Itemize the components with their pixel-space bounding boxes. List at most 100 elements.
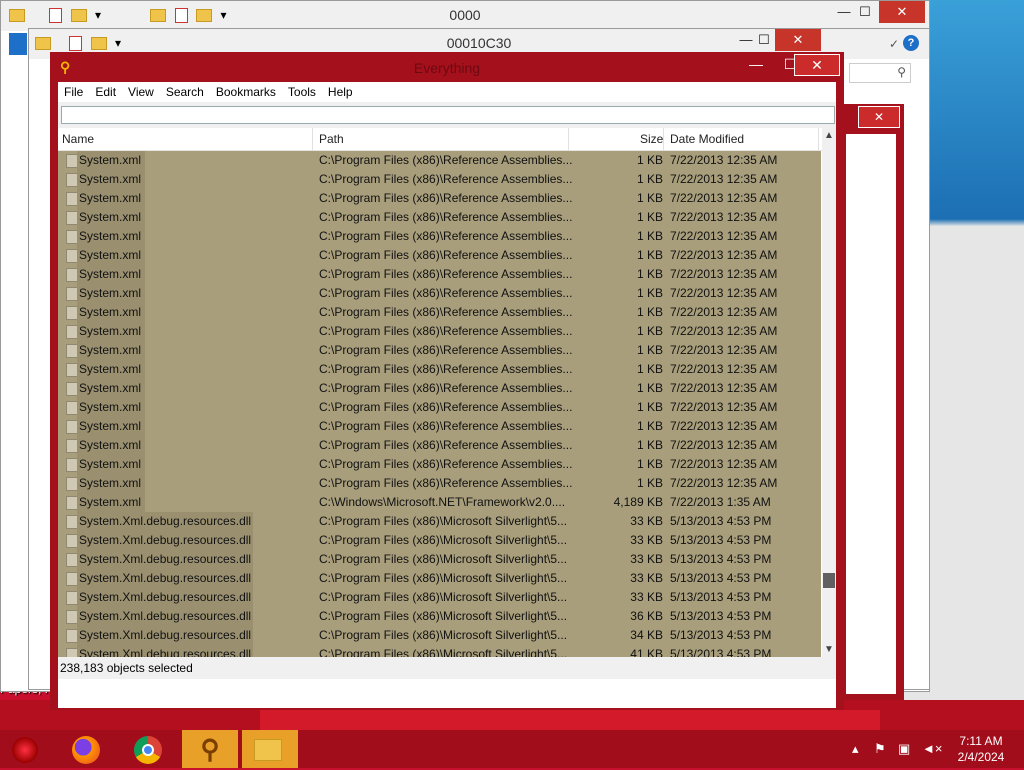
search-box[interactable]: ⚲ bbox=[849, 63, 911, 83]
everything-window[interactable]: ⚲ Everything — ☐ ✕ File Edit View Search Boo… bbox=[50, 52, 844, 710]
cell-date-modified: 5/13/2013 4:53 PM bbox=[670, 552, 772, 566]
cell-date-modified: 7/22/2013 1:35 AM bbox=[670, 495, 771, 509]
ribbon-expand-icon[interactable]: ✓ bbox=[889, 37, 899, 51]
cell-name: System.xml bbox=[79, 191, 142, 205]
table-row[interactable]: System.xml C:\Program Files (x86)\Referen… bbox=[58, 417, 821, 436]
cell-name: System.xml bbox=[79, 381, 142, 395]
menu-file[interactable]: File bbox=[58, 82, 89, 102]
table-row[interactable]: System.Xml.debug.resources.dll C:\Program… bbox=[58, 550, 821, 569]
system-clock[interactable]: 7:11 AM 2/4/2024 bbox=[948, 733, 1014, 765]
table-row[interactable]: System.Xml.debug.resources.dll C:\Program… bbox=[58, 626, 821, 645]
cell-date-modified: 7/22/2013 12:35 AM bbox=[670, 191, 778, 205]
results-rows[interactable]: System.xml C:\Program Files (x86)\Referen… bbox=[58, 151, 821, 657]
show-hidden-icons-icon[interactable]: ▴ bbox=[852, 730, 859, 768]
menu-help[interactable]: Help bbox=[322, 82, 359, 102]
cell-size: 1 KB bbox=[636, 438, 663, 452]
start-icon[interactable] bbox=[0, 730, 50, 768]
cell-size: 1 KB bbox=[636, 400, 663, 414]
cell-name: System.xml bbox=[79, 400, 142, 414]
cell-date-modified: 7/22/2013 12:35 AM bbox=[670, 267, 778, 281]
cell-path: C:\Program Files (x86)\Microsoft Silverl… bbox=[319, 514, 568, 528]
action-center-flag-icon[interactable]: ⚑ bbox=[874, 730, 886, 768]
vertical-scrollbar[interactable]: ▲ ▼ bbox=[822, 128, 836, 657]
menu-edit[interactable]: Edit bbox=[89, 82, 122, 102]
table-row[interactable]: System.xml C:\Program Files (x86)\Referen… bbox=[58, 265, 821, 284]
table-row[interactable]: System.Xml.debug.resources.dll C:\Program… bbox=[58, 531, 821, 550]
file-explorer-icon[interactable] bbox=[242, 730, 298, 768]
taskbar: ⚲ ▴ ⚑ ▣ ◄× 7:11 AM 2/4/2024 bbox=[0, 730, 1024, 768]
cell-path: C:\Program Files (x86)\Reference Assembl… bbox=[319, 191, 573, 205]
column-divider[interactable] bbox=[568, 128, 569, 150]
column-size[interactable]: Size bbox=[640, 132, 663, 146]
close-button[interactable]: ✕ bbox=[794, 54, 840, 76]
title-bar[interactable]: ⚲ Everything — ☐ ✕ bbox=[50, 52, 844, 82]
table-row[interactable]: System.xml C:\Program Files (x86)\Referen… bbox=[58, 303, 821, 322]
table-row[interactable]: System.xml C:\Program Files (x86)\Referen… bbox=[58, 170, 821, 189]
table-row[interactable]: System.Xml.debug.resources.dll C:\Program… bbox=[58, 512, 821, 531]
close-button[interactable]: ✕ bbox=[858, 106, 900, 128]
menu-tools[interactable]: Tools bbox=[282, 82, 322, 102]
column-name[interactable]: Name bbox=[62, 132, 94, 146]
close-button[interactable]: ✕ bbox=[775, 29, 821, 51]
table-row[interactable]: System.xml C:\Program Files (x86)\Referen… bbox=[58, 341, 821, 360]
table-row[interactable]: System.xml C:\Program Files (x86)\Referen… bbox=[58, 474, 821, 493]
column-divider[interactable] bbox=[663, 128, 664, 150]
cell-name: System.xml bbox=[79, 172, 142, 186]
table-row[interactable]: System.xml C:\Program Files (x86)\Referen… bbox=[58, 322, 821, 341]
menu-view[interactable]: View bbox=[122, 82, 160, 102]
table-row[interactable]: System.xml C:\Program Files (x86)\Referen… bbox=[58, 455, 821, 474]
scroll-up-icon[interactable]: ▲ bbox=[824, 130, 834, 141]
menu-bookmarks[interactable]: Bookmarks bbox=[210, 82, 282, 102]
cell-path: C:\Program Files (x86)\Reference Assembl… bbox=[319, 324, 573, 338]
cell-size: 1 KB bbox=[636, 286, 663, 300]
chrome-icon[interactable] bbox=[120, 730, 176, 768]
table-row[interactable]: System.Xml.debug.resources.dll C:\Program… bbox=[58, 569, 821, 588]
column-divider[interactable] bbox=[818, 128, 819, 150]
results-list[interactable]: Name Path Size Date Modified System.xml C… bbox=[58, 128, 836, 708]
cell-size: 1 KB bbox=[636, 267, 663, 281]
firefox-icon[interactable] bbox=[58, 730, 114, 768]
table-row[interactable]: System.xml C:\Program Files (x86)\Referen… bbox=[58, 379, 821, 398]
cell-path: C:\Program Files (x86)\Microsoft Silverl… bbox=[319, 571, 568, 585]
column-divider[interactable] bbox=[312, 128, 313, 150]
cell-path: C:\Program Files (x86)\Reference Assembl… bbox=[319, 419, 573, 433]
window-title: 0000 bbox=[449, 7, 481, 23]
cell-path: C:\Program Files (x86)\Reference Assembl… bbox=[319, 305, 573, 319]
table-row[interactable]: System.xml C:\Program Files (x86)\Referen… bbox=[58, 360, 821, 379]
table-row[interactable]: System.xml C:\Windows\Microsoft.NET\Frame… bbox=[58, 493, 821, 512]
cell-date-modified: 7/22/2013 12:35 AM bbox=[670, 210, 778, 224]
cell-name: System.Xml.debug.resources.dll bbox=[79, 571, 252, 585]
table-row[interactable]: System.xml C:\Program Files (x86)\Referen… bbox=[58, 284, 821, 303]
scroll-down-icon[interactable]: ▼ bbox=[824, 644, 834, 655]
column-path[interactable]: Path bbox=[319, 132, 344, 146]
table-row[interactable]: System.xml C:\Program Files (x86)\Referen… bbox=[58, 208, 821, 227]
menu-search[interactable]: Search bbox=[160, 82, 210, 102]
cell-name: System.xml bbox=[79, 248, 142, 262]
table-row[interactable]: System.xml C:\Program Files (x86)\Referen… bbox=[58, 189, 821, 208]
scrollbar-thumb[interactable] bbox=[823, 573, 835, 588]
table-row[interactable]: System.xml C:\Program Files (x86)\Referen… bbox=[58, 436, 821, 455]
cell-size: 1 KB bbox=[636, 172, 663, 186]
table-row[interactable]: System.xml C:\Program Files (x86)\Referen… bbox=[58, 246, 821, 265]
cell-date-modified: 7/22/2013 12:35 AM bbox=[670, 457, 778, 471]
title-bar[interactable]: ▾ ▾ 0000 — ☐ ✕ bbox=[1, 1, 929, 31]
everything-icon[interactable]: ⚲ bbox=[182, 730, 238, 768]
network-icon[interactable]: ▣ bbox=[898, 730, 910, 768]
table-row[interactable]: System.xml C:\Program Files (x86)\Referen… bbox=[58, 227, 821, 246]
search-input[interactable] bbox=[61, 106, 835, 124]
table-row[interactable]: System.xml C:\Program Files (x86)\Referen… bbox=[58, 151, 821, 170]
close-button[interactable]: ✕ bbox=[879, 1, 925, 23]
table-row[interactable]: System.Xml.debug.resources.dll C:\Program… bbox=[58, 607, 821, 626]
table-row[interactable]: System.Xml.debug.resources.dll C:\Program… bbox=[58, 588, 821, 607]
table-row[interactable]: System.xml C:\Program Files (x86)\Referen… bbox=[58, 398, 821, 417]
column-date-modified[interactable]: Date Modified bbox=[670, 132, 744, 146]
ribbon-file-tab[interactable] bbox=[9, 33, 27, 55]
cell-size: 4,189 KB bbox=[613, 495, 663, 509]
cell-path: C:\Program Files (x86)\Microsoft Silverl… bbox=[319, 609, 568, 623]
cell-name: System.xml bbox=[79, 286, 142, 300]
table-row[interactable]: System.Xml.debug.resources.dll C:\Program… bbox=[58, 645, 821, 657]
volume-muted-icon[interactable]: ◄× bbox=[922, 730, 942, 768]
help-icon[interactable]: ? bbox=[903, 35, 919, 51]
cell-size: 1 KB bbox=[636, 381, 663, 395]
cell-name: System.xml bbox=[79, 495, 142, 509]
